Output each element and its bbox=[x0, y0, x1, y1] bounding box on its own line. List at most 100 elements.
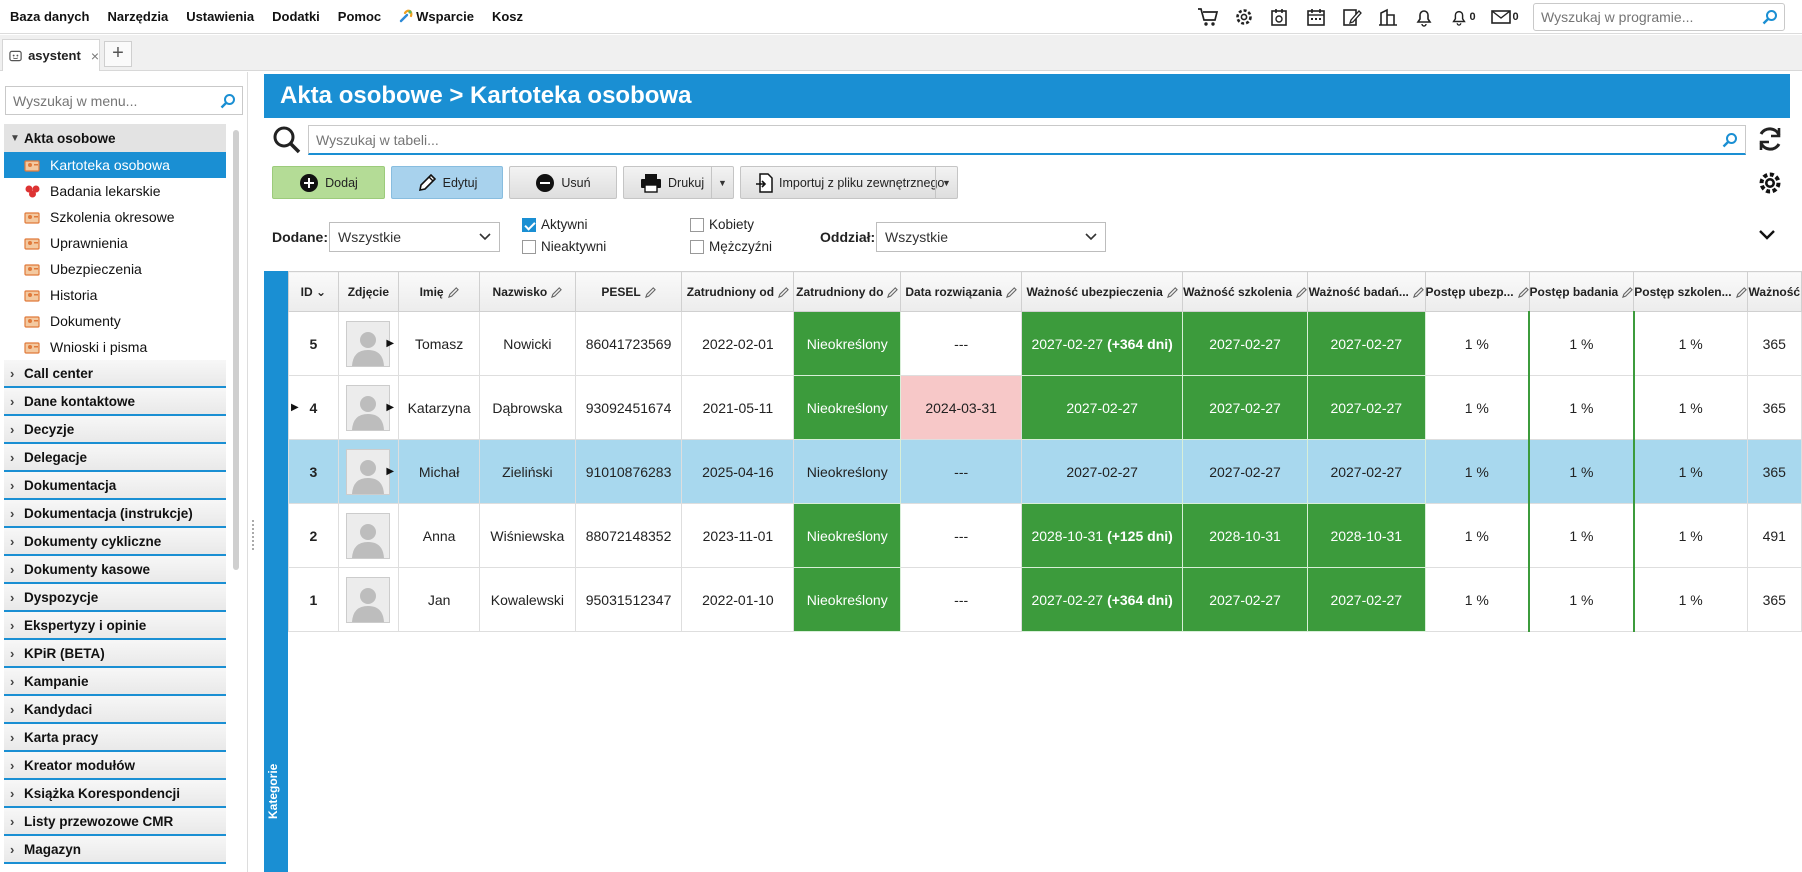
cell-last_col[interactable]: 365 bbox=[1746, 311, 1802, 376]
sidebar-group-12[interactable]: › Kandydaci bbox=[4, 696, 226, 724]
sidebar-item-1[interactable]: Badania lekarskie bbox=[4, 178, 226, 204]
cell-id[interactable]: 3 bbox=[288, 439, 339, 504]
mail-icon[interactable]: 0 bbox=[1490, 5, 1520, 29]
collapse-filters-chevron-icon[interactable] bbox=[1758, 228, 1776, 242]
sidebar-group-17[interactable]: › Magazyn bbox=[4, 836, 226, 864]
expand-arrow-icon[interactable]: ▶ bbox=[386, 338, 394, 349]
program-search[interactable] bbox=[1533, 3, 1785, 31]
menu-ustawienia[interactable]: Ustawienia bbox=[177, 9, 263, 24]
menu-pomoc[interactable]: Pomoc bbox=[329, 9, 390, 24]
cell-ins[interactable]: 2027-02-27 bbox=[1021, 375, 1184, 440]
column-header-12[interactable]: Postęp badania bbox=[1528, 271, 1635, 312]
group-akta-osobowe[interactable]: ▼ Akta osobowe bbox=[4, 124, 226, 152]
column-header-2[interactable]: Imię bbox=[398, 271, 481, 312]
cell-p3[interactable]: 1 % bbox=[1633, 375, 1748, 440]
expand-arrow-icon[interactable]: ▶ bbox=[386, 402, 394, 413]
table-row[interactable]: ▶ 4 ▶ Katarzyna Dąbrowska 93092451674 2021-05-… bbox=[288, 375, 1802, 440]
cell-p2[interactable]: 1 % bbox=[1528, 567, 1635, 632]
cell-last[interactable]: Nowicki bbox=[479, 311, 576, 376]
active-checkbox[interactable]: Aktywni bbox=[522, 217, 588, 232]
cell-p2[interactable]: 1 % bbox=[1528, 311, 1635, 376]
menu-dodatki[interactable]: Dodatki bbox=[263, 9, 329, 24]
cell-term[interactable]: --- bbox=[900, 503, 1023, 568]
cell-from[interactable]: 2025-04-16 bbox=[681, 439, 795, 504]
column-header-4[interactable]: PESEL bbox=[574, 271, 683, 312]
checkbox-unchecked[interactable] bbox=[690, 217, 704, 232]
column-header-8[interactable]: Ważność ubezpieczenia bbox=[1021, 271, 1184, 312]
sidebar-group-9[interactable]: › Ekspertyzy i opinie bbox=[4, 612, 226, 640]
cell-pesel[interactable]: 95031512347 bbox=[574, 567, 683, 632]
cell-first[interactable]: Jan bbox=[398, 567, 481, 632]
avatar[interactable] bbox=[346, 384, 391, 431]
sidebar-group-13[interactable]: › Karta pracy bbox=[4, 724, 226, 752]
column-header-3[interactable]: Nazwisko bbox=[479, 271, 576, 312]
women-checkbox[interactable]: Kobiety bbox=[690, 217, 754, 232]
cell-first[interactable]: Katarzyna bbox=[398, 375, 481, 440]
avatar[interactable] bbox=[346, 320, 391, 367]
categories-panel-tab[interactable]: Kategorie bbox=[264, 271, 288, 872]
cell-first[interactable]: Tomasz bbox=[398, 311, 481, 376]
sidebar-group-11[interactable]: › Kampanie bbox=[4, 668, 226, 696]
sidebar-item-2[interactable]: Szkolenia okresowe bbox=[4, 204, 226, 230]
building-icon[interactable] bbox=[1376, 5, 1400, 29]
cell-train[interactable]: 2027-02-27 bbox=[1182, 567, 1308, 632]
cell-ins[interactable]: 2028-10-31 (+125 dni) bbox=[1021, 503, 1184, 568]
checkbox-unchecked[interactable] bbox=[522, 239, 536, 254]
column-header-11[interactable]: Postęp ubezp... bbox=[1424, 271, 1530, 312]
cell-p1[interactable]: 1 % bbox=[1424, 311, 1531, 376]
print-button[interactable]: Drukuj ▼ bbox=[623, 166, 734, 199]
branch-filter-select[interactable]: Wszystkie bbox=[876, 222, 1106, 252]
cell-photo[interactable] bbox=[337, 503, 400, 568]
panel-splitter-handle[interactable] bbox=[252, 520, 256, 550]
column-header-0[interactable]: ID ⌄ bbox=[288, 271, 339, 312]
cell-p3[interactable]: 1 % bbox=[1633, 503, 1748, 568]
menu-kosz[interactable]: Kosz bbox=[483, 9, 532, 24]
settings-gear-icon[interactable] bbox=[1232, 5, 1256, 29]
search-icon[interactable] bbox=[1722, 132, 1738, 148]
sort-chevron-icon[interactable]: ⌄ bbox=[313, 285, 326, 299]
sidebar-item-7[interactable]: Wnioski i pisma bbox=[4, 334, 226, 360]
cell-last[interactable]: Zieliński bbox=[479, 439, 576, 504]
bell-count-icon[interactable]: 0 bbox=[1448, 5, 1478, 29]
calendar-clock-icon[interactable] bbox=[1268, 5, 1292, 29]
avatar[interactable] bbox=[346, 512, 391, 559]
men-checkbox[interactable]: Mężczyźni bbox=[690, 239, 772, 254]
table-search-input[interactable] bbox=[309, 126, 1689, 153]
sidebar-item-3[interactable]: Uprawnienia bbox=[4, 230, 226, 256]
add-tab-button[interactable]: + bbox=[104, 41, 132, 67]
program-search-input[interactable] bbox=[1534, 4, 1744, 30]
cell-last_col[interactable]: 365 bbox=[1746, 439, 1802, 504]
cell-photo[interactable] bbox=[337, 567, 400, 632]
cell-pesel[interactable]: 86041723569 bbox=[574, 311, 683, 376]
cell-photo[interactable]: ▶ bbox=[337, 439, 400, 504]
sidebar-group-7[interactable]: › Dokumenty kasowe bbox=[4, 556, 226, 584]
cell-ins[interactable]: 2027-02-27 (+364 dni) bbox=[1021, 311, 1184, 376]
tab-close-icon[interactable]: × bbox=[91, 48, 99, 64]
cell-p1[interactable]: 1 % bbox=[1424, 567, 1531, 632]
column-header-14[interactable]: Ważność bbox=[1746, 271, 1802, 312]
sidebar-group-3[interactable]: › Delegacje bbox=[4, 444, 226, 472]
cell-to[interactable]: Nieokreślony bbox=[793, 567, 902, 632]
print-dropdown-arrow[interactable]: ▼ bbox=[711, 167, 733, 198]
cell-p3[interactable]: 1 % bbox=[1633, 311, 1748, 376]
cell-p1[interactable]: 1 % bbox=[1424, 439, 1531, 504]
cell-train[interactable]: 2028-10-31 bbox=[1182, 503, 1308, 568]
cell-pesel[interactable]: 88072148352 bbox=[574, 503, 683, 568]
table-row[interactable]: 1 Jan Kowalewski 95031512347 2022-01-10 Nieok… bbox=[288, 567, 1802, 632]
checkbox-checked[interactable] bbox=[522, 217, 536, 232]
cell-p3[interactable]: 1 % bbox=[1633, 439, 1748, 504]
cell-last_col[interactable]: 491 bbox=[1746, 503, 1802, 568]
inactive-checkbox[interactable]: Nieaktywni bbox=[522, 239, 606, 254]
added-filter-select[interactable]: Wszystkie bbox=[329, 222, 500, 252]
sidebar-group-8[interactable]: › Dyspozycje bbox=[4, 584, 226, 612]
sidebar-group-10[interactable]: › KPiR (BETA) bbox=[4, 640, 226, 668]
column-header-5[interactable]: Zatrudniony od bbox=[681, 271, 795, 312]
cell-last[interactable]: Dąbrowska bbox=[479, 375, 576, 440]
sidebar-group-15[interactable]: › Książka Korespondencji bbox=[4, 780, 226, 808]
cell-term[interactable]: --- bbox=[900, 311, 1023, 376]
cell-last_col[interactable]: 365 bbox=[1746, 567, 1802, 632]
cell-term[interactable]: 2024-03-31 bbox=[900, 375, 1023, 440]
expand-arrow-icon[interactable]: ▶ bbox=[386, 466, 394, 477]
menu-narzedzia[interactable]: Narzędzia bbox=[98, 9, 177, 24]
cell-last[interactable]: Wiśniewska bbox=[479, 503, 576, 568]
